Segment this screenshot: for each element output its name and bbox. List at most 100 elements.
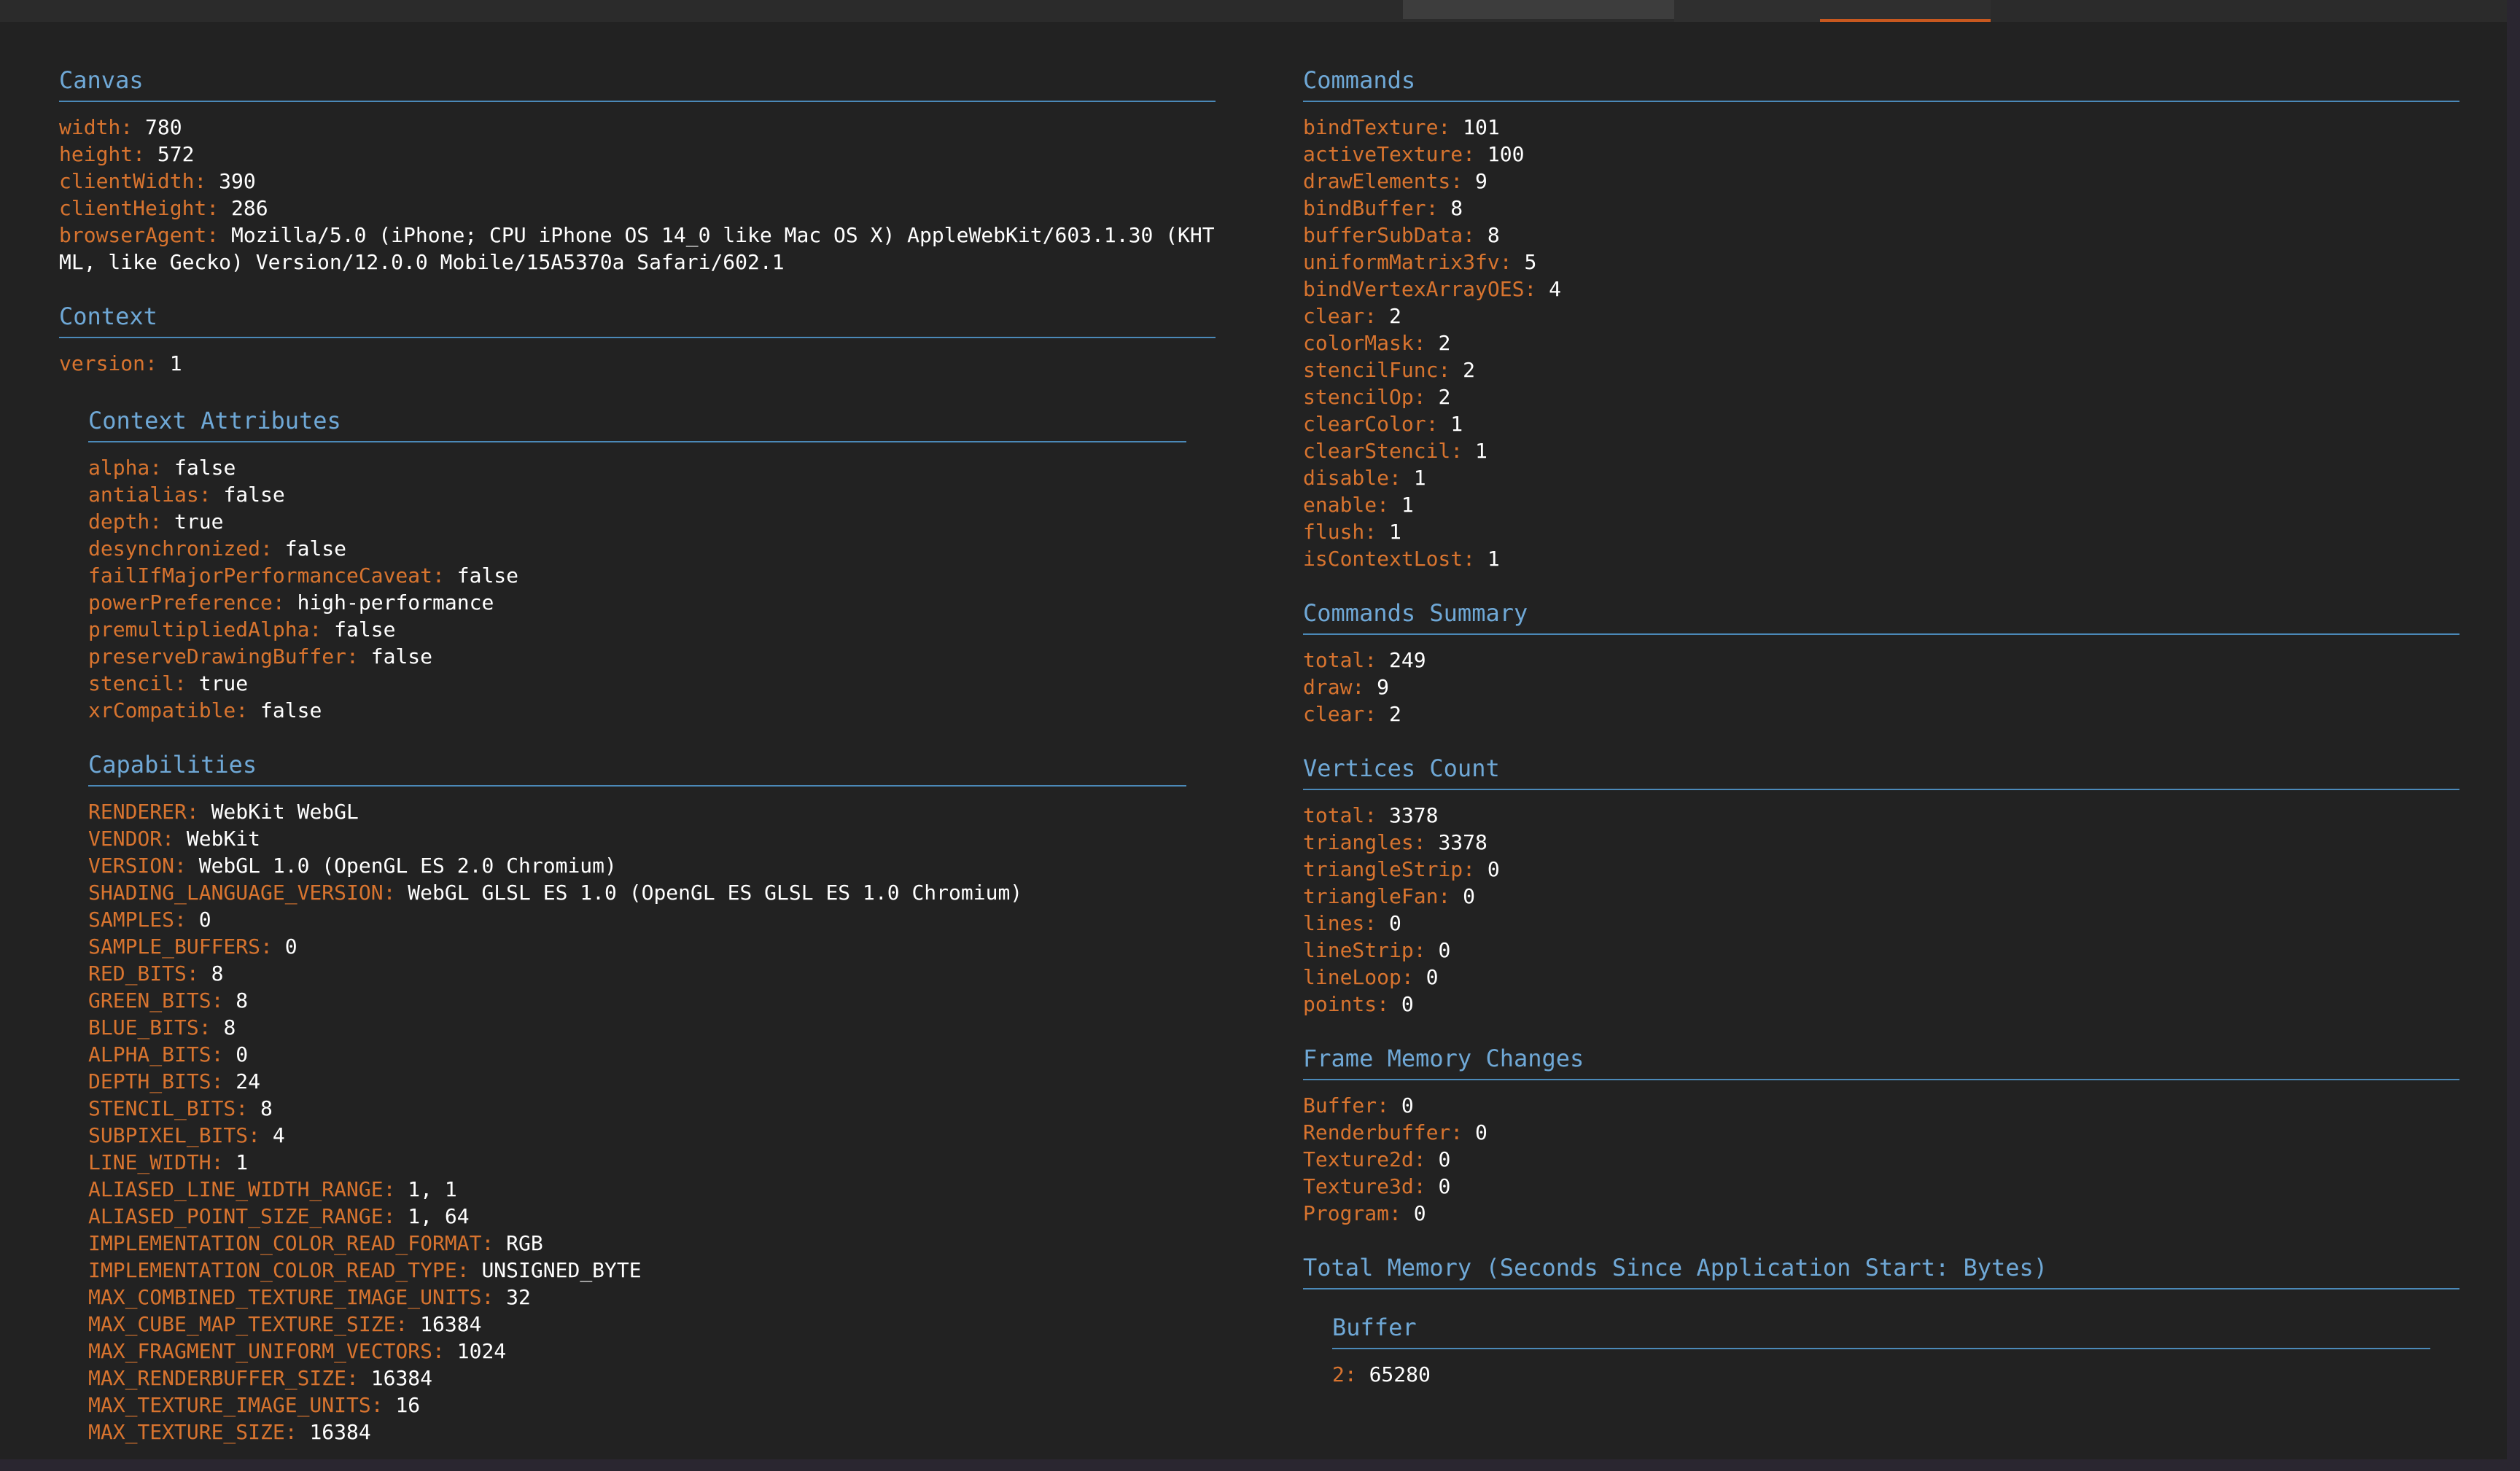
- field-value: 8: [211, 961, 224, 986]
- section-commands: Commands bindTexture: 101 activeTexture: …: [1303, 66, 2459, 572]
- field-key: LINE_WIDTH:: [88, 1150, 224, 1174]
- field-key: lines:: [1303, 911, 1377, 935]
- field-row: drawElements: 9: [1303, 168, 2459, 195]
- field-value: 5: [1524, 250, 1537, 274]
- left-column: Canvas width: 780 height: 572 clientWidth:…: [59, 66, 1216, 1459]
- field-key: VERSION:: [88, 854, 187, 878]
- field-key: SAMPLE_BUFFERS:: [88, 935, 273, 959]
- field-value: 2: [1389, 304, 1401, 328]
- field-row: draw: 9: [1303, 674, 2459, 701]
- field-key: height:: [59, 142, 146, 166]
- field-key: desynchronized:: [88, 536, 273, 561]
- field-value: 0: [198, 908, 211, 932]
- field-key: triangles:: [1303, 830, 1426, 854]
- toolbar-tab[interactable]: [1674, 0, 1820, 22]
- field-value: 390: [219, 169, 256, 193]
- field-key: MAX_RENDERBUFFER_SIZE:: [88, 1366, 359, 1390]
- field-value: 1: [1389, 520, 1401, 544]
- field-value: 1: [1475, 439, 1488, 463]
- field-key: ALIASED_POINT_SIZE_RANGE:: [88, 1204, 396, 1228]
- right-column: Commands bindTexture: 101 activeTexture: …: [1303, 66, 2459, 1414]
- section-title: Frame Memory Changes: [1303, 1044, 2459, 1080]
- field-row: IMPLEMENTATION_COLOR_READ_FORMAT: RGB: [88, 1230, 1186, 1257]
- field-value: 3378: [1438, 830, 1488, 854]
- field-key: MAX_FRAGMENT_UNIFORM_VECTORS:: [88, 1339, 445, 1363]
- field-row: Renderbuffer: 0: [1303, 1119, 2459, 1146]
- field-row: clientHeight: 286: [59, 195, 1216, 222]
- field-row: SHADING_LANGUAGE_VERSION: WebGL GLSL ES …: [88, 879, 1186, 906]
- field-value: 9: [1475, 169, 1488, 193]
- field-list: Buffer: 0 Renderbuffer: 0 Texture2d: 0 Text…: [1303, 1092, 2459, 1227]
- field-row: IMPLEMENTATION_COLOR_READ_TYPE: UNSIGNED…: [88, 1257, 1186, 1284]
- field-value: 0: [1463, 884, 1476, 908]
- field-row: SAMPLE_BUFFERS: 0: [88, 933, 1186, 960]
- field-value: 0: [1438, 1147, 1451, 1171]
- field-row: isContextLost: 1: [1303, 545, 2459, 572]
- field-row: height: 572: [59, 141, 1216, 168]
- field-value: 24: [236, 1069, 261, 1093]
- field-list: width: 780 height: 572 clientWidth: 390 cli…: [59, 114, 1216, 276]
- field-key: bindVertexArrayOES:: [1303, 277, 1537, 301]
- field-key: SHADING_LANGUAGE_VERSION:: [88, 881, 396, 905]
- field-row: MAX_RENDERBUFFER_SIZE: 16384: [88, 1365, 1186, 1392]
- field-key: triangleStrip:: [1303, 857, 1476, 881]
- field-key: STENCIL_BITS:: [88, 1096, 249, 1120]
- field-value: 1: [1401, 493, 1414, 517]
- field-value: RGB: [506, 1231, 543, 1255]
- field-value: 1, 64: [408, 1204, 470, 1228]
- field-row: Texture3d: 0: [1303, 1173, 2459, 1200]
- field-key: lineLoop:: [1303, 965, 1414, 989]
- field-key: VENDOR:: [88, 827, 175, 851]
- field-key: bufferSubData:: [1303, 223, 1476, 247]
- field-value: 4: [1549, 277, 1562, 301]
- field-key: 2:: [1332, 1362, 1357, 1386]
- section-title: Commands: [1303, 66, 2459, 102]
- webgl-inspector-panel: Canvas width: 780 height: 572 clientWidth:…: [0, 0, 2507, 1459]
- toolbar-tab-active[interactable]: [1820, 0, 1991, 22]
- section-capabilities: Capabilities RENDERER: WebKit WebGL VENDO…: [88, 750, 1186, 1445]
- field-row: version: 1: [59, 350, 1216, 377]
- field-value: 0: [1487, 857, 1500, 881]
- field-row: BLUE_BITS: 8: [88, 1014, 1186, 1041]
- field-value: true: [198, 671, 249, 695]
- field-row: preserveDrawingBuffer: false: [88, 643, 1186, 670]
- section-title: Commands Summary: [1303, 598, 2459, 635]
- field-key: MAX_COMBINED_TEXTURE_IMAGE_UNITS:: [88, 1285, 494, 1309]
- field-key: bindTexture:: [1303, 115, 1451, 139]
- field-row: LINE_WIDTH: 1: [88, 1149, 1186, 1176]
- field-row: ALIASED_LINE_WIDTH_RANGE: 1, 1: [88, 1176, 1186, 1203]
- field-key: IMPLEMENTATION_COLOR_READ_TYPE:: [88, 1258, 470, 1282]
- field-list: RENDERER: WebKit WebGL VENDOR: WebKit VERS…: [88, 798, 1186, 1445]
- field-row: premultipliedAlpha: false: [88, 616, 1186, 643]
- field-key: xrCompatible:: [88, 698, 249, 722]
- field-row: bindBuffer: 8: [1303, 195, 2459, 222]
- field-key: drawElements:: [1303, 169, 1463, 193]
- field-value: 0: [284, 935, 298, 959]
- field-row: MAX_COMBINED_TEXTURE_IMAGE_UNITS: 32: [88, 1284, 1186, 1311]
- field-value: 16: [395, 1393, 421, 1417]
- field-value: Mozilla/5.0 (iPhone; CPU iPhone OS 14_0 …: [59, 223, 1215, 274]
- field-value: 0: [1426, 965, 1439, 989]
- field-value: 2: [1438, 331, 1451, 355]
- field-value: true: [174, 510, 224, 534]
- field-row: MAX_TEXTURE_SIZE: 16384: [88, 1419, 1186, 1445]
- field-key: version:: [59, 351, 158, 375]
- field-row: lines: 0: [1303, 910, 2459, 937]
- field-key: draw:: [1303, 675, 1365, 699]
- field-value: 16384: [420, 1312, 482, 1336]
- toolbar-tab[interactable]: [1403, 0, 1674, 19]
- field-row: width: 780: [59, 114, 1216, 141]
- field-key: DEPTH_BITS:: [88, 1069, 224, 1093]
- field-value: false: [174, 456, 236, 480]
- field-key: clientHeight:: [59, 196, 219, 220]
- field-key: SUBPIXEL_BITS:: [88, 1123, 261, 1147]
- field-value: 0: [1438, 938, 1451, 962]
- field-key: RENDERER:: [88, 800, 199, 824]
- field-key: MAX_TEXTURE_IMAGE_UNITS:: [88, 1393, 384, 1417]
- section-total-memory: Total Memory (Seconds Since Application …: [1303, 1253, 2459, 1388]
- field-key: BLUE_BITS:: [88, 1015, 211, 1039]
- field-value: false: [370, 644, 433, 668]
- field-value: 2: [1463, 358, 1476, 382]
- field-value: 9: [1377, 675, 1390, 699]
- section-context: Context version: 1 Context Attributes al…: [59, 302, 1216, 1445]
